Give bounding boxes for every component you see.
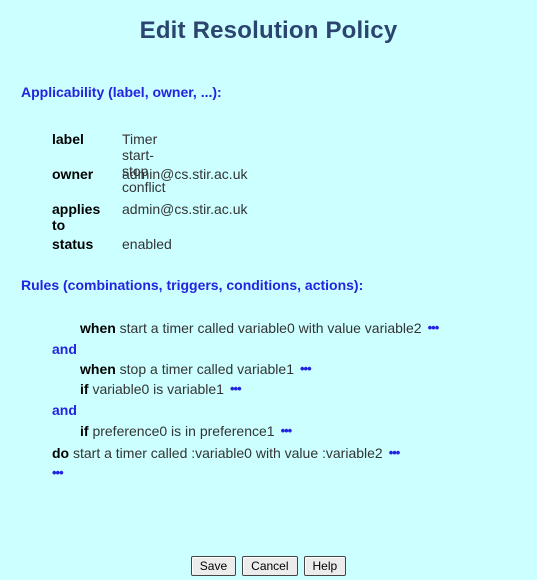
rule-line-add: •••	[46, 465, 64, 481]
button-bar: Save Cancel Help	[0, 556, 537, 576]
rule-text: stop a timer called variable1	[115, 361, 294, 377]
page-title: Edit Resolution Policy	[139, 17, 398, 44]
rule-text: preference0 is in preference1	[88, 423, 275, 439]
property-key: applies to	[52, 201, 101, 233]
applicability-heading: Applicability (label, owner, ...):	[21, 84, 222, 100]
property-value: admin@cs.stir.ac.uk	[122, 166, 248, 182]
save-button[interactable]: Save	[190, 556, 237, 576]
cancel-button[interactable]: Cancel	[242, 556, 298, 576]
keyword-if: if	[80, 423, 89, 439]
more-options-icon[interactable]: •••	[230, 381, 242, 397]
add-rule-icon[interactable]: •••	[52, 465, 64, 481]
property-key: label	[52, 131, 84, 147]
rule-text: start a timer called :variable0 with val…	[69, 445, 383, 461]
rule-line-when-stop: when stop a timer called variable1 •••	[80, 361, 312, 377]
property-key: status	[52, 236, 94, 252]
property-value: Timer start-stop conflict	[122, 131, 166, 195]
rule-text: start a timer called variable0 with valu…	[115, 320, 422, 336]
rule-line-and-1: and	[52, 341, 77, 357]
property-key: owner	[52, 166, 94, 182]
more-options-icon[interactable]: •••	[389, 445, 401, 461]
rule-line-when-start: when start a timer called variable0 with…	[80, 320, 440, 336]
property-value: admin@cs.stir.ac.uk	[122, 201, 248, 217]
help-button[interactable]: Help	[303, 556, 347, 576]
keyword-and: and	[52, 402, 77, 418]
more-options-icon[interactable]: •••	[300, 361, 312, 377]
more-options-icon[interactable]: •••	[281, 423, 293, 439]
rule-text: variable0 is variable1	[88, 381, 224, 397]
more-options-icon[interactable]: •••	[428, 320, 440, 336]
keyword-do: do	[52, 445, 70, 461]
rule-line-do: do start a timer called :variable0 with …	[52, 445, 401, 461]
keyword-when: when	[80, 320, 116, 336]
rules-heading: Rules (combinations, triggers, condition…	[21, 277, 364, 293]
rule-line-and-2: and	[52, 402, 77, 418]
property-value: enabled	[122, 236, 172, 252]
keyword-if: if	[80, 381, 89, 397]
keyword-when: when	[80, 361, 116, 377]
rule-line-if-variable: if variable0 is variable1 •••	[80, 381, 242, 397]
rule-line-if-preference: if preference0 is in preference1 •••	[80, 423, 293, 439]
keyword-and: and	[52, 341, 77, 357]
